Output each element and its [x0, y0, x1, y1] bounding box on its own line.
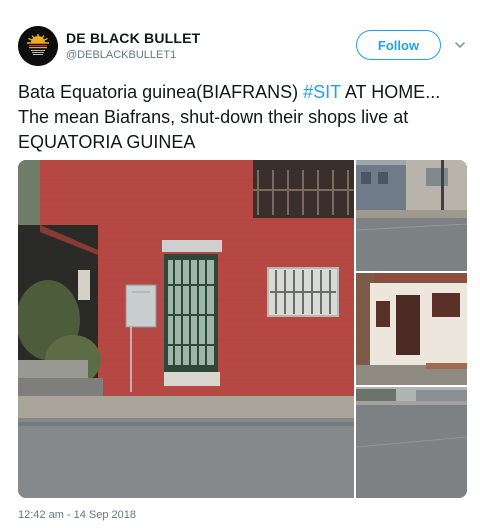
hashtag-link[interactable]: #SIT — [303, 82, 341, 102]
follow-button[interactable]: Follow — [356, 30, 441, 60]
tweet-text-part-1: Bata Equatoria guinea(BIAFRANS) — [18, 82, 304, 102]
author-handle[interactable]: @DEBLACKBULLET1 — [66, 49, 176, 61]
avatar[interactable] — [18, 26, 58, 66]
tweet-timestamp[interactable]: 12:42 am - 14 Sep 2018 — [18, 509, 136, 521]
photo-street-1[interactable] — [356, 160, 467, 271]
photo-closed-shop[interactable] — [356, 273, 467, 385]
avatar-image — [18, 26, 58, 66]
photo-street-2[interactable] — [356, 387, 467, 498]
author-name[interactable]: DE BLACK BULLET — [66, 30, 200, 46]
photo-main[interactable] — [18, 160, 354, 498]
media-grid — [18, 160, 467, 498]
tweet-text: Bata Equatoria guinea(BIAFRANS) #SIT AT … — [18, 80, 466, 155]
chevron-down-icon[interactable] — [453, 38, 467, 52]
tweet-card: DE BLACK BULLET @DEBLACKBULLET1 Follow B… — [0, 0, 480, 528]
